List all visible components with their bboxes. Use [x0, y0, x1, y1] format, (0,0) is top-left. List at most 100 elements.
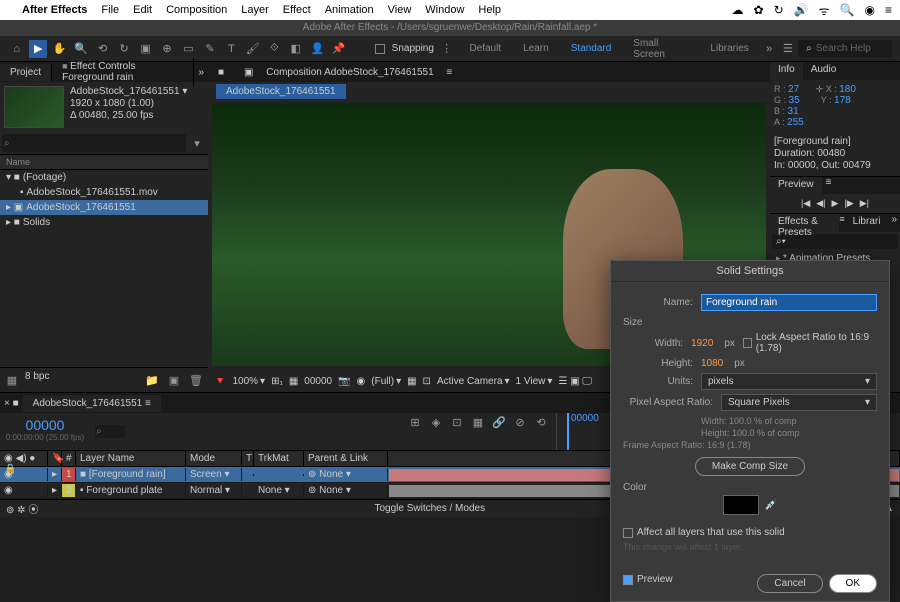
preview-check[interactable]: Preview — [623, 574, 673, 585]
height-value[interactable]: 1080 — [701, 358, 723, 369]
tl-icon[interactable]: ▦ — [469, 413, 487, 431]
ws-standard[interactable]: Standard — [561, 40, 622, 57]
menu-help[interactable]: Help — [478, 4, 501, 16]
channel-icon[interactable]: ◉ — [357, 376, 366, 387]
toggle-switches[interactable]: Toggle Switches / Modes — [374, 503, 485, 514]
pan-behind-tool[interactable]: ⊕ — [158, 40, 175, 58]
tl-icon[interactable]: 🔗 — [490, 413, 508, 431]
cloud-icon[interactable]: ☁ — [732, 3, 744, 17]
eyedropper-icon[interactable]: 💉 — [765, 500, 777, 511]
app-name[interactable]: After Effects — [22, 4, 87, 16]
composition-tab[interactable]: ▣ Composition AdobeStock_176461551 ≡ — [234, 64, 462, 81]
first-frame-icon[interactable]: |◀ — [801, 198, 810, 209]
units-dropdown[interactable]: pixels▾ — [701, 373, 877, 390]
name-header[interactable]: Name — [0, 154, 208, 170]
grid-icon[interactable]: ▦ — [289, 376, 298, 387]
ws-default[interactable]: Default — [459, 40, 511, 57]
transparency-icon[interactable]: ▦ — [407, 376, 416, 387]
brush-tool[interactable]: 🖌 — [244, 40, 261, 58]
cancel-button[interactable]: Cancel — [757, 574, 822, 593]
comp-breadcrumb[interactable]: AdobeStock_176461551 — [216, 84, 346, 99]
tl-icon[interactable]: ⟲ — [532, 413, 550, 431]
search-clear-icon[interactable]: ▾ — [188, 134, 206, 152]
project-item[interactable]: AdobeStock_176461551 ▾ 1920 x 1080 (1.00… — [0, 82, 208, 132]
settings-icon[interactable]: ✿ — [754, 3, 764, 17]
menu-window[interactable]: Window — [425, 4, 464, 16]
snap-opt-icon[interactable]: ⋮ — [438, 40, 455, 58]
menu-view[interactable]: View — [388, 4, 412, 16]
mask-icon[interactable]: ⊡ — [423, 376, 431, 387]
prev-frame-icon[interactable]: ◀| — [816, 198, 825, 209]
views-dropdown[interactable]: 1 View ▾ — [516, 376, 553, 387]
panel-more-icon[interactable]: » — [194, 67, 208, 78]
orbit-tool[interactable]: ⟲ — [94, 40, 111, 58]
zoom-tool[interactable]: 🔍 — [72, 40, 89, 58]
rotate-tool[interactable]: ↻ — [115, 40, 132, 58]
home-icon[interactable]: ⌂ — [8, 40, 25, 58]
puppet-tool[interactable]: 📌 — [330, 40, 347, 58]
hand-tool[interactable]: ✋ — [51, 40, 68, 58]
camera-tool[interactable]: ▣ — [137, 40, 154, 58]
preview-tab[interactable]: Preview — [770, 177, 822, 194]
lock-aspect-check[interactable]: Lock Aspect Ratio to 16:9 (1.78) — [743, 332, 877, 354]
spotlight-icon[interactable]: 🔍 — [840, 3, 855, 17]
sync-icon[interactable]: ↻ — [774, 3, 784, 17]
shape-tool[interactable]: ▭ — [180, 40, 197, 58]
info-tab[interactable]: Info — [770, 62, 803, 80]
tl-lock-icon[interactable]: × ■ — [0, 398, 23, 409]
menu-animation[interactable]: Animation — [325, 4, 374, 16]
selection-tool[interactable]: ▶ — [29, 40, 46, 58]
trash-icon[interactable]: 🗑 — [187, 371, 205, 389]
menu-file[interactable]: File — [101, 4, 119, 16]
siri-icon[interactable]: ◉ — [865, 3, 875, 17]
quality-dropdown[interactable]: (Full) ▾ — [371, 376, 401, 387]
next-frame-icon[interactable]: |▶ — [844, 198, 853, 209]
last-frame-icon[interactable]: ▶| — [860, 198, 869, 209]
ws-small[interactable]: Small Screen — [623, 35, 698, 63]
ws-more-icon[interactable]: » — [761, 40, 778, 58]
par-dropdown[interactable]: Square Pixels▾ — [721, 394, 877, 411]
new-folder-icon[interactable]: 📁 — [143, 371, 161, 389]
color-swatch[interactable] — [723, 495, 759, 515]
volume-icon[interactable]: 🔊 — [794, 3, 809, 17]
new-comp-icon[interactable]: ▣ — [165, 371, 183, 389]
project-tab[interactable]: Project — [0, 64, 52, 81]
tree-comp[interactable]: ▸ ▣ AdobeStock_176461551 — [0, 200, 208, 215]
tl-toggle-icon[interactable]: ⊚ ✲ ⦿ — [6, 501, 38, 516]
libraries-tab[interactable]: Librari — [845, 214, 889, 232]
time-display[interactable]: 00000 — [304, 376, 332, 387]
tl-icon[interactable]: ⊘ — [511, 413, 529, 431]
menu-composition[interactable]: Composition — [166, 4, 227, 16]
fx-more-icon[interactable]: » — [888, 214, 900, 232]
search-help[interactable]: ⌕ Search Help — [798, 40, 892, 57]
make-comp-size-button[interactable]: Make Comp Size — [695, 457, 805, 476]
wifi-icon[interactable]: ᯤ — [819, 2, 830, 19]
type-tool[interactable]: T — [223, 40, 240, 58]
tl-icon[interactable]: ⊞ — [406, 413, 424, 431]
solid-name-input[interactable] — [701, 294, 877, 311]
timeline-tab[interactable]: AdobeStock_176461551 ≡ — [23, 395, 161, 412]
res-icon[interactable]: ⊞₁ — [271, 376, 283, 387]
tree-solids[interactable]: ▸ ■ Solids — [0, 215, 208, 230]
ws-learn[interactable]: Learn — [513, 40, 559, 57]
zoom-dropdown[interactable]: 100% ▾ — [232, 376, 265, 387]
current-time[interactable]: 00000 0:00:00:00 (25.00 fps) — [0, 413, 90, 450]
menu-effect[interactable]: Effect — [283, 4, 311, 16]
view-opt-icon[interactable]: ☰ ▣ 🖵 — [558, 376, 592, 387]
project-search[interactable] — [2, 134, 186, 152]
viewer-lock-icon[interactable]: ■ — [208, 64, 234, 81]
audio-tab[interactable]: Audio — [803, 62, 845, 80]
menu-icon[interactable]: ≡ — [885, 3, 892, 17]
pen-tool[interactable]: ✎ — [201, 40, 218, 58]
menu-edit[interactable]: Edit — [133, 4, 152, 16]
camera-dropdown[interactable]: Active Camera ▾ — [437, 376, 510, 387]
bpc-label[interactable]: 8 bpc — [25, 371, 49, 389]
tl-icon[interactable]: ⊡ — [448, 413, 466, 431]
width-value[interactable]: 1920 — [691, 338, 713, 349]
menu-layer[interactable]: Layer — [241, 4, 269, 16]
ws-dropdown-icon[interactable]: ☰ — [779, 40, 796, 58]
ws-libraries[interactable]: Libraries — [700, 40, 758, 57]
ok-button[interactable]: OK — [829, 574, 877, 593]
effects-tab[interactable]: Effects & Presets — [770, 214, 839, 232]
tl-icon[interactable]: ◈ — [427, 413, 445, 431]
